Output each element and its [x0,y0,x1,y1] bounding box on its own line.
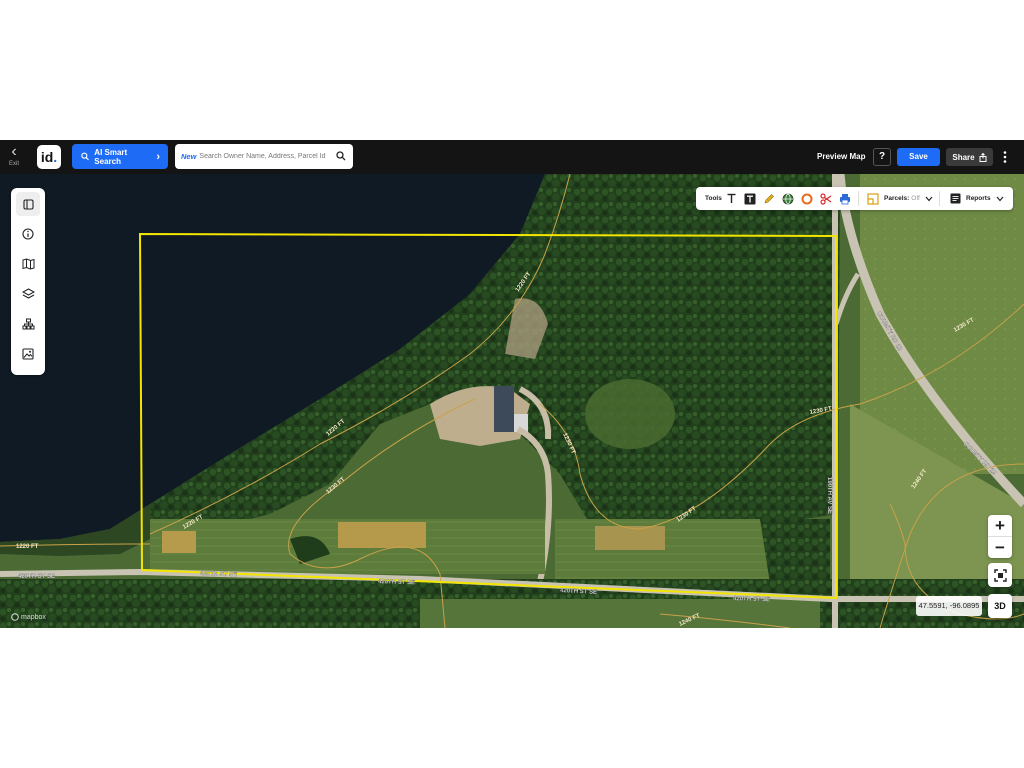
zoom-in-button[interactable]: + [988,515,1012,536]
ai-smart-search-button[interactable]: AI Smart Search › [72,144,168,169]
exit-label: Exit [8,161,19,167]
image-icon [22,348,34,360]
south-field [420,599,820,628]
reports-dropdown[interactable]: Reports [950,191,1004,206]
new-badge: New [181,152,197,161]
map-button[interactable] [16,252,40,276]
top-bar: ‹ Exit id. AI Smart Search › New Preview… [0,140,1024,174]
hierarchy-button[interactable] [16,312,40,336]
app-window: ‹ Exit id. AI Smart Search › New Preview… [0,140,1024,628]
hay-patch-2 [595,526,665,550]
info-button[interactable] [16,222,40,246]
toolbar-divider [858,191,859,206]
logo-text: id [40,149,54,165]
hay-patch-1 [338,522,426,548]
exit-button[interactable]: ‹ Exit [4,144,24,170]
tools-bar: Tools Parcels: Off Reports [696,187,1013,210]
chevron-down-icon [996,196,1004,201]
print-tool-button[interactable] [839,191,851,206]
logo-dot: . [53,149,58,165]
focus-frame-icon [993,568,1007,582]
satellite-map[interactable]: 1220 FT 1220 FT 1220 FT 1230 FT 1230 FT … [0,174,1024,628]
zoom-out-button[interactable]: − [988,537,1012,558]
pencil-tool-button[interactable] [763,191,775,206]
fit-bounds-button[interactable] [988,563,1012,587]
search-bar: New [175,144,353,169]
search-input[interactable] [199,153,336,160]
building-roof [494,386,514,432]
globe-icon [782,193,794,204]
reports-label: Reports [966,195,991,202]
toolbar-divider [939,191,940,206]
mapbox-logo-icon [11,613,19,621]
print-icon [840,193,850,204]
save-button[interactable]: Save [897,148,940,166]
tools-label: Tools [705,195,722,202]
reports-icon [950,193,961,204]
search-icon [81,152,89,161]
panel-toggle-button[interactable] [16,192,40,216]
coordinates-readout: 47.5591, -96.0895 [916,596,982,616]
layers-icon [21,288,35,299]
info-icon [22,228,34,240]
hay-patch-3 [162,531,196,553]
scissors-tool-button[interactable] [820,191,832,206]
search-icon[interactable] [336,151,346,161]
hierarchy-icon [22,318,34,330]
zoom-control: + − [988,515,1012,558]
contour-label: 1220 FT [16,544,39,550]
pencil-icon [764,193,774,203]
chevron-left-icon: ‹ [11,143,17,160]
text-box-icon [744,193,756,204]
parcels-toggle[interactable]: Parcels: Off [867,191,933,206]
scissors-icon [820,192,832,205]
ai-smart-search-label: AI Smart Search [94,147,128,166]
road-label: 420TH ST SE [18,574,55,580]
share-label: Share [952,152,975,162]
panel-icon [22,198,34,210]
globe-tool-button[interactable] [782,191,794,206]
left-toolbar [11,188,45,375]
parcels-state: Off [911,195,920,202]
road-label: 190TH AV SE [826,477,832,514]
text-box-tool-button[interactable] [744,191,756,206]
layers-button[interactable] [16,282,40,306]
parcels-label: Parcels: [884,195,910,202]
text-icon [727,193,736,203]
share-button[interactable]: Share [946,148,993,166]
radius-icon [801,193,813,204]
more-options-icon[interactable] [1000,150,1010,164]
app-logo[interactable]: id. [37,145,61,169]
radius-tool-button[interactable] [801,191,813,206]
share-icon [979,152,987,162]
map-icon [22,258,34,270]
clearing-center [585,379,675,449]
text-tool-button[interactable] [726,191,737,206]
preview-map-button[interactable]: Preview Map [817,152,865,161]
image-button[interactable] [16,342,40,366]
help-button[interactable]: ? [873,148,891,166]
tree-line-east [760,519,830,584]
chevron-right-icon: › [156,150,160,163]
mapbox-attribution[interactable]: mapbox [11,613,46,621]
mapbox-label: mapbox [21,613,46,621]
3d-toggle-button[interactable]: 3D [988,594,1012,618]
chevron-down-icon [925,196,933,201]
parcels-icon [867,192,879,205]
